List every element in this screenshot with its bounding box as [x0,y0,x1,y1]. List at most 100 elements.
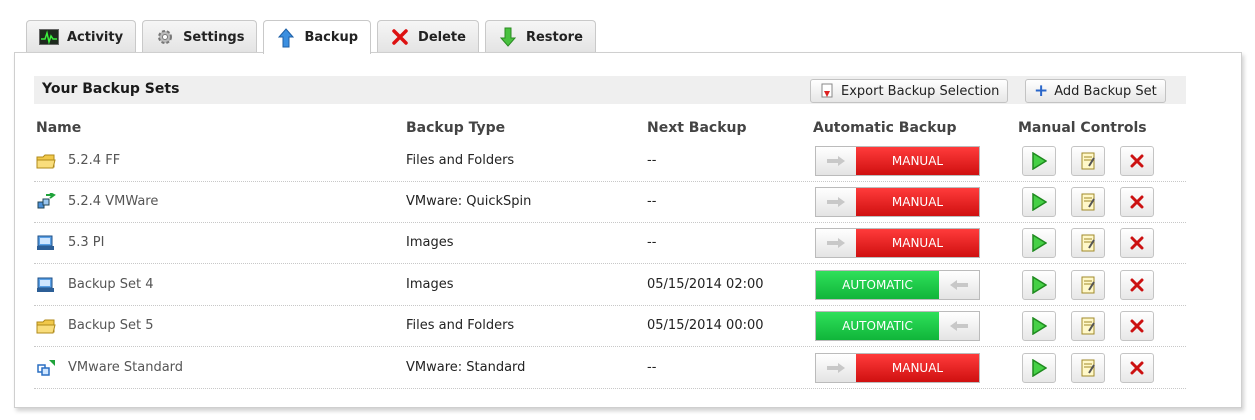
toggle-state-label: AUTOMATIC [816,271,939,299]
tab-delete[interactable]: Delete [377,20,479,53]
next-backup: -- [647,194,657,209]
column-header-next-backup[interactable]: Next Backup [647,120,747,136]
folder-icon [34,317,58,335]
backup-set-name-cell[interactable]: 5.2.4 FF [34,140,120,181]
run-backup-button[interactable] [1022,228,1056,258]
table-row[interactable]: Backup Set 5 Files and Folders 05/15/2014 … [34,305,1186,347]
delete-x-icon [1130,154,1144,168]
automatic-backup-toggle[interactable]: MANUAL [815,187,980,217]
run-backup-button[interactable] [1022,311,1056,341]
folder-icon [34,152,58,170]
delete-backup-set-button[interactable] [1120,353,1154,383]
backup-type: VMware: QuickSpin [406,194,532,209]
plus-icon: + [1034,80,1049,101]
backup-set-name: Backup Set 4 [68,277,154,292]
backup-set-name: 5.2.4 VMWare [68,194,159,209]
add-backup-set-button[interactable]: + Add Backup Set [1025,79,1166,103]
delete-backup-set-button[interactable] [1120,311,1154,341]
activity-monitor-icon [39,28,59,46]
automatic-backup-toggle[interactable]: AUTOMATIC [815,311,980,341]
table-row[interactable]: VMware Standard VMware: Standard -- MANUAL [34,347,1186,389]
backup-type: VMware: Standard [406,360,526,375]
play-icon [1032,193,1047,211]
edit-backup-set-button[interactable] [1071,270,1105,300]
play-icon [1032,276,1047,294]
next-backup: 05/15/2014 02:00 [647,277,764,292]
tab-label: Settings [183,29,245,45]
next-backup: 05/15/2014 00:00 [647,318,764,333]
edit-backup-set-button[interactable] [1071,228,1105,258]
table-row[interactable]: 5.2.4 FF Files and Folders -- MANUAL [34,140,1186,182]
play-icon [1032,359,1047,377]
table-row[interactable]: 5.3 PI Images -- MANUAL [34,222,1186,264]
automatic-backup-toggle[interactable]: AUTOMATIC [815,270,980,300]
delete-backup-set-button[interactable] [1120,146,1154,176]
delete-backup-set-button[interactable] [1120,228,1154,258]
toggle-state-label: AUTOMATIC [816,312,939,340]
export-icon [821,83,833,98]
column-header-name[interactable]: Name [36,120,81,136]
backup-type: Images [406,277,454,292]
column-header-automatic-backup[interactable]: Automatic Backup [813,120,957,136]
arrow-right-icon [816,188,856,216]
add-label: Add Backup Set [1054,83,1157,99]
edit-backup-set-button[interactable] [1071,311,1105,341]
vmware-quickspin-icon [34,192,58,211]
automatic-backup-toggle[interactable]: MANUAL [815,353,980,383]
edit-note-icon [1081,317,1095,335]
run-backup-button[interactable] [1022,270,1056,300]
toggle-state-label: MANUAL [856,188,979,216]
toggle-state-label: MANUAL [856,354,979,382]
gear-icon [155,28,175,46]
backup-set-name-cell[interactable]: Backup Set 4 [34,264,154,305]
tab-activity[interactable]: Activity [26,20,137,53]
play-icon [1032,234,1047,252]
automatic-backup-toggle[interactable]: MANUAL [815,146,980,176]
backup-set-name-cell[interactable]: 5.2.4 VMWare [34,181,158,222]
edit-note-icon [1081,276,1095,294]
run-backup-button[interactable] [1022,353,1056,383]
backup-set-name: 5.3 PI [68,235,105,250]
column-header-backup-type[interactable]: Backup Type [406,120,505,136]
tab-label: Restore [525,29,583,45]
backup-set-name-cell[interactable]: Backup Set 5 [34,305,154,346]
delete-x-icon [1130,236,1144,250]
backup-type: Files and Folders [406,318,515,333]
edit-backup-set-button[interactable] [1071,187,1105,217]
column-header-manual-controls: Manual Controls [1018,120,1147,136]
backup-set-name: 5.2.4 FF [68,153,121,168]
tab-backup[interactable]: Backup [263,20,372,54]
delete-x-icon [1130,361,1144,375]
run-backup-button[interactable] [1022,146,1056,176]
up-arrow-icon [276,27,296,47]
arrow-right-icon [816,354,856,382]
backup-set-name-cell[interactable]: VMware Standard [34,347,183,388]
delete-backup-set-button[interactable] [1120,270,1154,300]
automatic-backup-toggle[interactable]: MANUAL [815,228,980,258]
edit-backup-set-button[interactable] [1071,353,1105,383]
backup-type: Files and Folders [406,153,515,168]
delete-x-icon [1130,195,1144,209]
tab-label: Activity [67,29,124,45]
disk-image-icon [34,234,58,252]
panel-title: Your Backup Sets [42,81,180,97]
table-row[interactable]: Backup Set 4 Images 05/15/2014 02:00 AUTOMA… [34,264,1186,306]
tab-restore[interactable]: Restore [484,20,596,53]
edit-note-icon [1081,234,1095,252]
next-backup: -- [647,360,657,375]
red-x-icon [390,28,410,46]
export-backup-selection-button[interactable]: Export Backup Selection [810,79,1009,103]
arrow-left-icon [939,271,979,299]
backup-set-name-cell[interactable]: 5.3 PI [34,222,104,263]
delete-x-icon [1130,278,1144,292]
delete-backup-set-button[interactable] [1120,187,1154,217]
run-backup-button[interactable] [1022,187,1056,217]
disk-image-icon [34,276,58,294]
next-backup: -- [647,153,657,168]
play-icon [1032,152,1047,170]
table-row[interactable]: 5.2.4 VMWare VMware: QuickSpin -- MANUAL [34,181,1186,223]
arrow-left-icon [939,312,979,340]
tab-settings[interactable]: Settings [142,20,258,53]
tab-label: Delete [418,29,466,45]
edit-backup-set-button[interactable] [1071,146,1105,176]
